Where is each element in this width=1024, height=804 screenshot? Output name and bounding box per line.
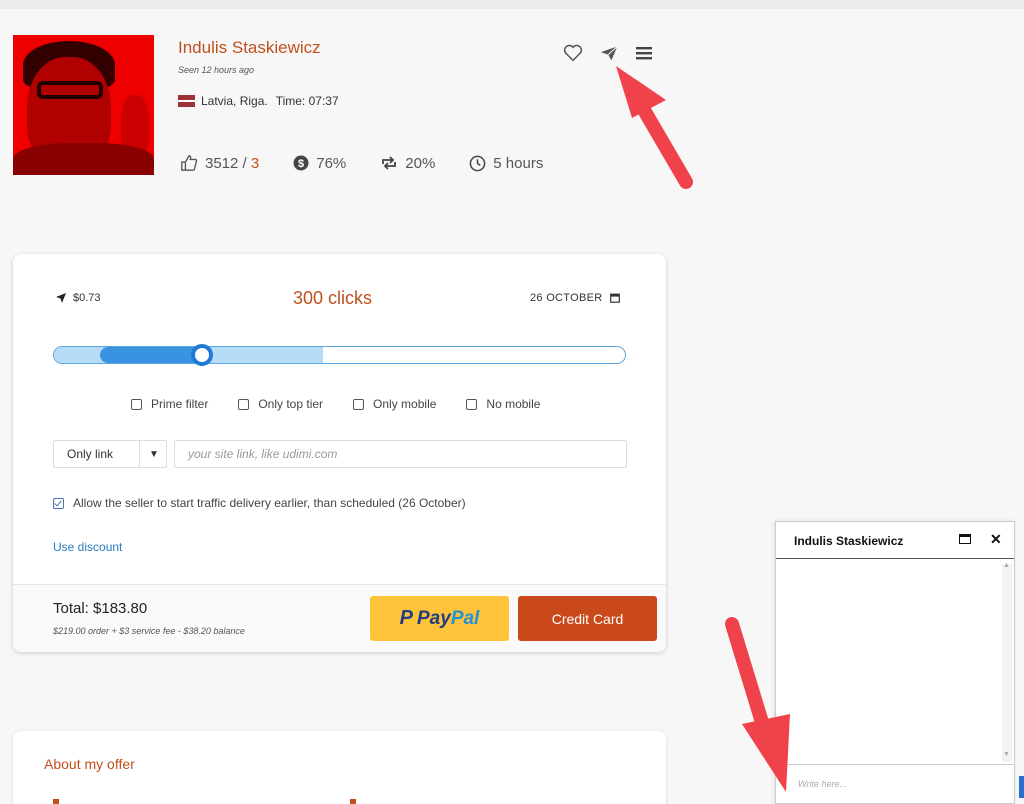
sales-percent: 76% xyxy=(316,154,347,172)
credit-card-button[interactable]: Credit Card xyxy=(518,596,657,641)
filter-top-tier[interactable]: Only top tier xyxy=(238,397,323,411)
location-text: Latvia, Riga. xyxy=(201,94,268,108)
paypal-text-pay: Pay xyxy=(417,607,451,629)
filter-label: No mobile xyxy=(486,397,541,411)
paypal-text-pal: Pal xyxy=(450,607,480,629)
stat-sales: $ 76% xyxy=(293,155,346,172)
about-bullet-mark xyxy=(53,799,59,804)
clicks-slider-track[interactable] xyxy=(53,346,626,364)
clicks-count: 300 clicks xyxy=(293,288,373,308)
annotation-arrow-bottom xyxy=(725,617,790,792)
response-time: 5 hours xyxy=(493,154,544,172)
chat-messages xyxy=(776,560,1014,763)
order-breakdown: $219.00 order + $3 service fee - $38.20 … xyxy=(53,626,245,636)
scroll-down-icon[interactable]: ▼ xyxy=(1003,751,1010,758)
paypal-button[interactable]: P Pay Pal xyxy=(370,596,509,641)
stat-response: 5 hours xyxy=(469,155,543,172)
likes-count: 3512 xyxy=(205,154,239,172)
filter-no-mobile[interactable]: No mobile xyxy=(466,397,540,411)
use-discount-link[interactable]: Use discount xyxy=(53,540,122,554)
filter-label: Prime filter xyxy=(151,397,209,411)
link-type-value: Only link xyxy=(67,447,114,461)
filter-only-mobile[interactable]: Only mobile xyxy=(353,397,436,411)
about-bullet-mark xyxy=(350,799,356,804)
repeat-icon xyxy=(382,156,397,170)
about-title: About my offer xyxy=(44,756,135,772)
checkbox[interactable] xyxy=(353,398,365,410)
latvia-flag-icon xyxy=(178,95,195,107)
likes-separator: / xyxy=(238,154,251,172)
heart-icon[interactable] xyxy=(563,44,583,62)
seller-location: Latvia, Riga. Time: 07:37 xyxy=(178,94,339,108)
dollar-icon: $ xyxy=(293,155,309,171)
price-per-click: $0.73 xyxy=(55,292,101,304)
top-bar xyxy=(0,0,1024,9)
local-time: Time: 07:37 xyxy=(275,94,339,108)
filter-prime[interactable]: Prime filter xyxy=(131,397,208,411)
seller-stats: 3512 / 3 $ 76% 20% 5 hours xyxy=(180,154,577,172)
filter-label: Only top tier xyxy=(258,397,324,411)
clicks-slider-handle[interactable] xyxy=(190,344,213,366)
checkbox[interactable] xyxy=(466,398,478,410)
filter-options: Prime filter Only top tier Only mobile N… xyxy=(131,397,570,411)
allow-early-delivery[interactable]: Allow the seller to start traffic delive… xyxy=(53,496,466,510)
allow-early-checkbox[interactable] xyxy=(53,497,64,509)
link-type-select[interactable]: Only link ▼ xyxy=(53,440,167,468)
site-link-placeholder: your site link, like udimi.com xyxy=(188,447,338,461)
order-card: $0.73 300 clicks 26 OCTOBER Prime filter… xyxy=(13,254,666,652)
filter-label: Only mobile xyxy=(373,397,437,411)
edge-widget-tab[interactable] xyxy=(1019,776,1024,798)
thumbs-up-icon xyxy=(181,155,198,171)
avatar[interactable] xyxy=(13,35,154,175)
last-seen: Seen 12 hours ago xyxy=(178,65,255,75)
calendar-icon xyxy=(609,293,620,303)
delivery-date[interactable]: 26 OCTOBER xyxy=(530,292,620,304)
checkbox[interactable] xyxy=(131,398,142,410)
annotation-arrow-top xyxy=(616,66,693,189)
maximize-icon[interactable] xyxy=(959,534,971,544)
order-total: Total: $183.80 xyxy=(53,600,148,617)
allow-early-label: Allow the seller to start traffic delive… xyxy=(73,496,466,510)
location-arrow-icon xyxy=(56,293,66,303)
seller-name[interactable]: Indulis Staskiewicz xyxy=(178,38,321,58)
scroll-up-icon[interactable]: ▲ xyxy=(1003,562,1010,569)
chat-recipient-name: Indulis Staskiewicz xyxy=(794,534,904,548)
order-footer: Total: $183.80 $219.00 order + $3 servic… xyxy=(13,584,666,652)
close-icon[interactable]: ✕ xyxy=(990,531,1002,548)
price-text: $0.73 xyxy=(73,292,101,304)
about-card: About my offer xyxy=(13,731,666,804)
chat-scrollbar[interactable] xyxy=(1002,564,1012,762)
chat-header: Indulis Staskiewicz ✕ xyxy=(776,522,1014,559)
stat-repeat: 20% xyxy=(380,155,435,172)
dropdown-caret-icon: ▼ xyxy=(149,449,159,460)
clock-icon xyxy=(469,155,486,171)
checkbox[interactable] xyxy=(238,398,250,410)
stat-likes: 3512 / 3 xyxy=(180,154,259,172)
chat-message-input[interactable]: Write here... xyxy=(776,764,1014,804)
paypal-logo-icon: P xyxy=(399,607,413,629)
site-link-input[interactable]: your site link, like udimi.com xyxy=(174,440,627,468)
chat-window: Indulis Staskiewicz ✕ ▲ ▼ Write here... xyxy=(775,521,1015,804)
svg-text:$: $ xyxy=(298,158,304,170)
dislikes-count: 3 xyxy=(250,154,260,172)
repeat-percent: 20% xyxy=(405,154,436,172)
menu-icon[interactable] xyxy=(635,45,653,61)
date-text: 26 OCTOBER xyxy=(530,292,603,304)
